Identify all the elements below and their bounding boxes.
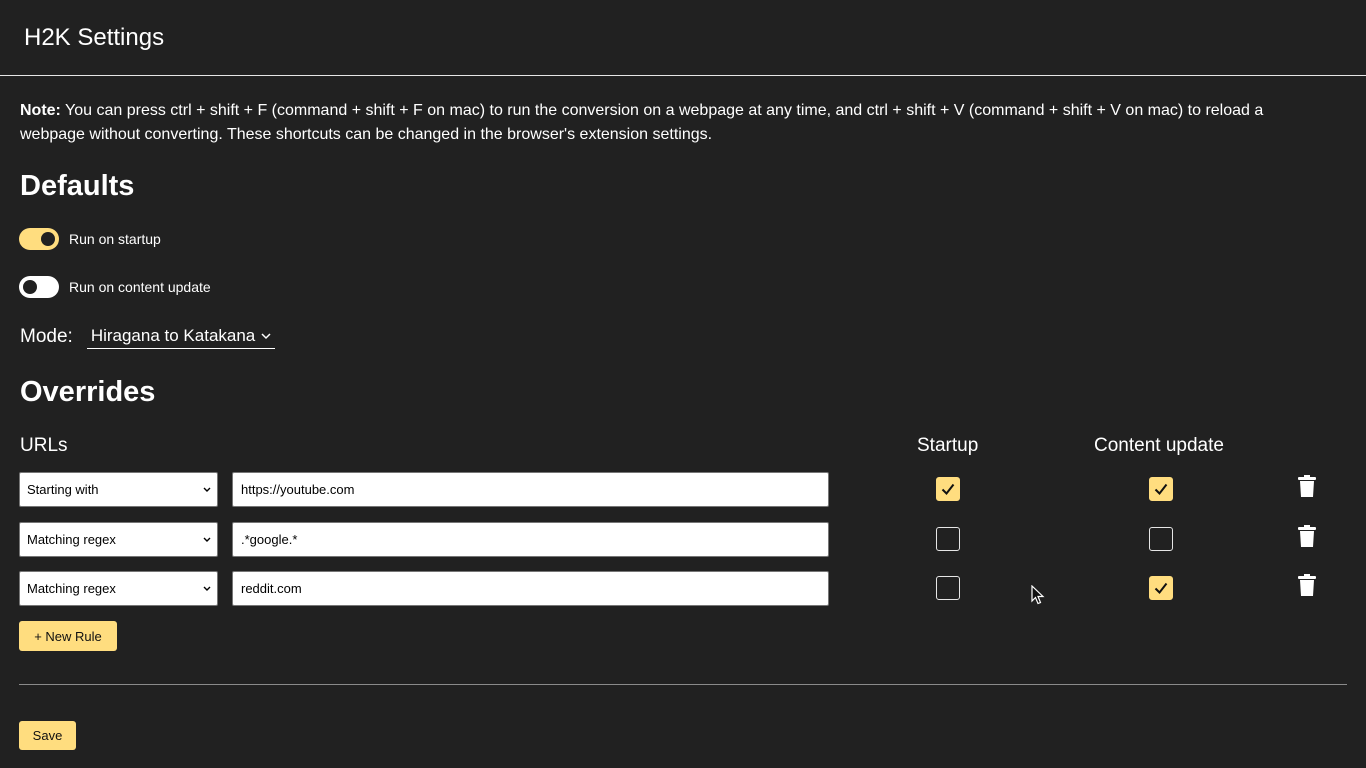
- note: Note: You can press ctrl + shift + F (co…: [20, 99, 1330, 147]
- rule-row: Starting with https://youtube.com: [19, 472, 1349, 508]
- match-type-select[interactable]: Starting with: [19, 472, 218, 507]
- run-on-content-update-row: Run on content update: [19, 276, 211, 298]
- url-value: reddit.com: [241, 581, 302, 596]
- chevron-down-icon: [203, 537, 211, 542]
- save-button[interactable]: Save: [19, 721, 76, 750]
- url-value: https://youtube.com: [241, 482, 355, 497]
- chevron-down-icon: [261, 332, 271, 339]
- match-type-value: Matching regex: [27, 532, 116, 547]
- run-on-content-update-label: Run on content update: [69, 279, 211, 295]
- startup-column-header: Startup: [917, 435, 979, 456]
- rule-row: Matching regex .*google.*: [19, 522, 1349, 558]
- url-input[interactable]: .*google.*: [232, 522, 829, 557]
- content-update-checkbox[interactable]: [1149, 477, 1173, 501]
- mode-select[interactable]: Hiragana to Katakana: [86, 324, 276, 349]
- mode-row: Mode: Hiragana to Katakana: [20, 324, 276, 349]
- run-on-startup-row: Run on startup: [19, 228, 161, 250]
- check-icon: [1154, 582, 1168, 595]
- startup-checkbox[interactable]: [936, 576, 960, 600]
- match-type-select[interactable]: Matching regex: [19, 571, 218, 606]
- match-type-value: Matching regex: [27, 581, 116, 596]
- url-input[interactable]: https://youtube.com: [232, 472, 829, 507]
- urls-column-header: URLs: [20, 435, 68, 456]
- header: H2K Settings: [0, 0, 1366, 76]
- defaults-heading: Defaults: [20, 170, 135, 202]
- check-icon: [941, 483, 955, 496]
- note-text: You can press ctrl + shift + F (command …: [20, 102, 1264, 143]
- toggle-knob: [41, 232, 55, 246]
- check-icon: [1154, 483, 1168, 496]
- rule-row: Matching regex reddit.com: [19, 571, 1349, 607]
- mode-value: Hiragana to Katakana: [90, 326, 256, 345]
- chevron-down-icon: [203, 487, 211, 492]
- startup-checkbox[interactable]: [936, 477, 960, 501]
- trash-icon[interactable]: [1297, 524, 1317, 548]
- startup-checkbox[interactable]: [936, 527, 960, 551]
- new-rule-button[interactable]: + New Rule: [19, 621, 117, 651]
- url-value: .*google.*: [241, 532, 298, 547]
- run-on-startup-toggle[interactable]: [19, 228, 59, 250]
- url-input[interactable]: reddit.com: [232, 571, 829, 606]
- trash-icon[interactable]: [1297, 573, 1317, 597]
- mode-label: Mode:: [20, 325, 73, 347]
- match-type-value: Starting with: [27, 482, 99, 497]
- chevron-down-icon: [203, 586, 211, 591]
- content-update-checkbox[interactable]: [1149, 576, 1173, 600]
- page-title: H2K Settings: [24, 24, 165, 51]
- run-on-startup-label: Run on startup: [69, 231, 161, 247]
- note-label: Note:: [20, 102, 61, 119]
- run-on-content-update-toggle[interactable]: [19, 276, 59, 298]
- content-update-checkbox[interactable]: [1149, 527, 1173, 551]
- trash-icon[interactable]: [1297, 474, 1317, 498]
- mouse-cursor-icon: [1031, 585, 1045, 605]
- divider: [19, 684, 1347, 685]
- toggle-knob: [23, 280, 37, 294]
- content-update-column-header: Content update: [1094, 435, 1224, 456]
- overrides-heading: Overrides: [20, 376, 156, 408]
- match-type-select[interactable]: Matching regex: [19, 522, 218, 557]
